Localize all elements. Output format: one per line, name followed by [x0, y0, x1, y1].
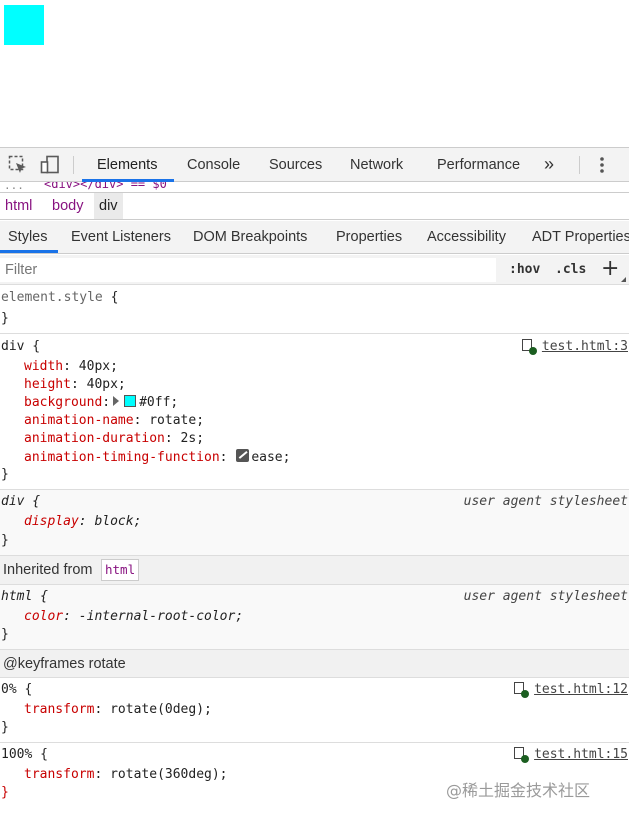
- customize-menu-icon[interactable]: [596, 156, 608, 174]
- rule-div: div { test.html:3 width: 40px; height: 4…: [0, 335, 629, 490]
- watermark: @稀土掘金技术社区: [446, 781, 591, 800]
- declaration-animation-duration[interactable]: animation-duration: 2s;: [24, 431, 204, 446]
- rule-div-user-agent: div { user agent stylesheet display: blo…: [0, 490, 629, 556]
- dom-tree-node-text: <div></div> == $0: [44, 182, 167, 191]
- inherited-element-link[interactable]: html: [101, 559, 140, 581]
- keyframes-header: @keyframes rotate: [0, 650, 629, 678]
- rule-close-brace: }: [1, 785, 9, 800]
- rule-selector[interactable]: div {: [1, 339, 40, 354]
- more-tabs-button[interactable]: »: [544, 148, 554, 182]
- rule-selector[interactable]: element.style: [1, 290, 103, 305]
- tab-network[interactable]: Network: [350, 148, 403, 182]
- rule-html-user-agent: html { user agent stylesheet color: -int…: [0, 585, 629, 650]
- user-agent-source: user agent stylesheet: [463, 589, 628, 604]
- keyframe-selector[interactable]: 0% {: [1, 682, 32, 697]
- active-subtab-indicator: [0, 250, 58, 253]
- declaration-transform[interactable]: transform: rotate(360deg);: [24, 767, 228, 782]
- tab-styles[interactable]: Styles: [8, 221, 48, 253]
- tab-console[interactable]: Console: [187, 148, 240, 182]
- breadcrumb-html[interactable]: html: [0, 193, 37, 219]
- inherited-from-label: Inherited from: [3, 562, 93, 578]
- new-rule-menu-corner-icon[interactable]: [621, 277, 626, 282]
- new-style-rule-button[interactable]: +: [601, 257, 619, 281]
- keyframe-0: 0% { test.html:12 transform: rotate(0deg…: [0, 678, 629, 743]
- tab-adt-properties[interactable]: ADT Properties: [532, 221, 629, 253]
- rule-close-brace: }: [1, 311, 9, 326]
- color-swatch[interactable]: [124, 395, 137, 407]
- breadcrumb: html body div: [0, 192, 629, 220]
- declaration-display: display: block;: [24, 514, 142, 529]
- rule-selector: html {: [1, 589, 48, 604]
- source-link[interactable]: test.html:15: [534, 747, 628, 762]
- tab-accessibility[interactable]: Accessibility: [427, 221, 506, 253]
- declaration-transform[interactable]: transform: rotate(0deg);: [24, 702, 212, 717]
- tab-sources[interactable]: Sources: [269, 148, 322, 182]
- dom-tree-selected-line[interactable]: ... <div></div> == $0: [0, 182, 629, 191]
- toolbar-separator: [73, 156, 74, 174]
- rule-close-brace: }: [1, 533, 9, 548]
- rotating-div-preview: [4, 5, 44, 45]
- devtools-panel: Elements Console Sources Network Perform…: [0, 147, 629, 819]
- declaration-color: color: -internal-root-color;: [24, 609, 244, 624]
- declaration-animation-name[interactable]: animation-name: rotate;: [24, 413, 204, 428]
- declaration-background[interactable]: background: #0ff;: [24, 395, 178, 410]
- tab-dom-breakpoints[interactable]: DOM Breakpoints: [193, 221, 307, 253]
- rule-close-brace: }: [1, 627, 9, 642]
- breadcrumb-body[interactable]: body: [47, 193, 88, 219]
- rule-open-brace: {: [102, 290, 119, 305]
- filter-input[interactable]: [0, 258, 496, 282]
- dom-tree-ellipsis: ...: [4, 182, 24, 191]
- rule-close-brace: }: [1, 720, 9, 735]
- devtools-toolbar: Elements Console Sources Network Perform…: [0, 147, 629, 182]
- file-icon: [514, 747, 530, 763]
- hover-state-button[interactable]: :hov: [509, 255, 540, 285]
- declaration-animation-timing-function[interactable]: animation-timing-function: ease;: [24, 449, 290, 465]
- tab-performance[interactable]: Performance: [437, 148, 520, 182]
- tab-properties[interactable]: Properties: [336, 221, 402, 253]
- declaration-height[interactable]: height: 40px;: [24, 377, 126, 392]
- keyframe-selector[interactable]: 100% {: [1, 747, 48, 762]
- rule-close-brace: }: [1, 467, 9, 482]
- tab-elements[interactable]: Elements: [97, 148, 157, 182]
- expand-shorthand-icon[interactable]: [113, 396, 120, 406]
- toolbar-separator: [579, 156, 580, 174]
- file-icon: [514, 682, 530, 698]
- file-icon: [521, 339, 537, 355]
- rule-element-style: element.style { }: [0, 286, 629, 334]
- source-link[interactable]: test.html:12: [534, 682, 628, 697]
- inspect-element-icon[interactable]: [8, 155, 28, 175]
- device-toolbar-icon[interactable]: [40, 155, 60, 175]
- styles-filter-bar: :hov .cls +: [0, 255, 629, 285]
- breadcrumb-div[interactable]: div: [94, 193, 123, 219]
- class-toggle-button[interactable]: .cls: [555, 255, 586, 285]
- source-link[interactable]: test.html:3: [542, 339, 628, 354]
- declaration-width[interactable]: width: 40px;: [24, 359, 118, 374]
- inherited-from-header: Inherited from html: [0, 556, 629, 585]
- rule-selector: div {: [1, 494, 41, 509]
- bezier-editor-icon[interactable]: [236, 449, 250, 462]
- tab-event-listeners[interactable]: Event Listeners: [71, 221, 171, 253]
- user-agent-source: user agent stylesheet: [463, 494, 628, 509]
- keyframes-label: @keyframes rotate: [3, 656, 126, 672]
- sidebar-tabs: Styles Event Listeners DOM Breakpoints P…: [0, 221, 629, 254]
